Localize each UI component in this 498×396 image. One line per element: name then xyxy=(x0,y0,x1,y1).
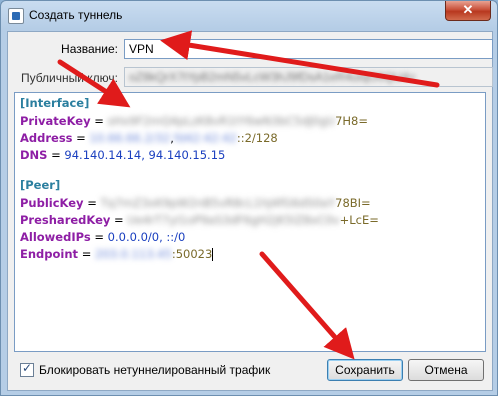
text-caret xyxy=(212,248,214,261)
equals-sign: = xyxy=(47,148,65,162)
endpoint-blurred: 203.0.113.45 xyxy=(95,247,172,261)
address-line: Address = 10.66.66.2/32,fd42:42:42::2/12… xyxy=(20,131,278,145)
private-key-label: PrivateKey xyxy=(20,114,91,128)
endpoint-label: Endpoint xyxy=(20,247,79,261)
address-tail: ::2/128 xyxy=(236,131,278,145)
preshared-key-line: PresharedKey = Ue4rT7yI1oP9aS3dF6gH2jK5l… xyxy=(20,213,379,227)
preshared-key-tail: +LcE= xyxy=(339,213,379,227)
create-tunnel-dialog: Создать туннель ✕ Название: VPN Публичны… xyxy=(0,0,498,396)
interface-section: [Interface] xyxy=(20,96,89,110)
peer-section: [Peer] xyxy=(20,178,60,192)
private-key-line: PrivateKey = sHx9F2mQ4pLzK8vR1tY6wN3bC5d… xyxy=(20,114,368,128)
endpoint-port: :50023 xyxy=(171,247,213,261)
equals-sign: = xyxy=(90,230,108,244)
equals-sign: = xyxy=(72,131,90,145)
public-key-field: oZ8kQrX7tYpB2mN5vLcW3hJ9fDsA1eR4uIqO0QU4… xyxy=(124,67,493,87)
endpoint-line: Endpoint = 203.0.113.45:50023 xyxy=(20,247,214,261)
public-key-value: oZ8kQrX7tYpB2mN5vLcW3hJ9fDsA1eR4uIqO0QU4… xyxy=(129,70,416,84)
window-title: Создать туннель xyxy=(29,8,123,22)
name-label: Название: xyxy=(61,42,118,56)
equals-sign: = xyxy=(90,114,108,128)
interface-header: [Interface] xyxy=(20,96,90,110)
preshared-key-blurred: Ue4rT7yI1oP9aS3dF6gH2jK5lZ8xC0v xyxy=(127,213,340,227)
equals-sign: = xyxy=(110,213,128,227)
equals-sign: = xyxy=(78,247,95,261)
allowed-ips-label: AllowedIPs xyxy=(20,230,91,244)
name-input[interactable]: VPN xyxy=(124,39,493,59)
dns-label: DNS xyxy=(20,148,48,162)
dns-line: DNS = 94.140.14.14, 94.140.15.15 xyxy=(20,148,225,162)
equals-sign: = xyxy=(83,196,101,210)
block-untunneled-label: Блокировать нетуннелированный трафик xyxy=(39,363,271,377)
public-key-label: Публичный ключ: xyxy=(20,71,118,85)
peer-header: [Peer] xyxy=(20,178,61,192)
address-blurred-2: fd42:42:42 xyxy=(173,131,237,145)
address-blurred-1: 10.66.66.2/32 xyxy=(89,131,171,145)
title-bar[interactable]: Создать туннель ✕ xyxy=(1,1,497,31)
public-key-line: PublicKey = Tq7mZ3xK9pW2nB5vR8cL1hJ4fG6d… xyxy=(20,196,371,210)
private-key-tail: 7H8= xyxy=(335,114,369,128)
address-label: Address xyxy=(20,131,73,145)
save-button[interactable]: Сохранить xyxy=(327,359,403,381)
block-untunneled-checkbox[interactable] xyxy=(20,361,34,377)
allowed-ips-line: AllowedIPs = 0.0.0.0/0, ::/0 xyxy=(20,230,185,244)
dialog-body: Название: VPN Публичный ключ: oZ8kQrX7tY… xyxy=(7,31,493,391)
private-key-blurred: sHx9F2mQ4pLzK8vR1tY6wN3bC5dJ0gU xyxy=(107,114,336,128)
allowed-ips-value: 0.0.0.0/0, ::/0 xyxy=(107,230,186,244)
preshared-key-label: PresharedKey xyxy=(20,213,111,227)
app-icon xyxy=(8,8,24,24)
cancel-button[interactable]: Отмена xyxy=(408,359,484,381)
config-editor[interactable]: [Interface] PrivateKey = sHx9F2mQ4pLzK8v… xyxy=(14,92,486,352)
peer-public-key-label: PublicKey xyxy=(20,196,84,210)
peer-public-key-tail: 78BI= xyxy=(335,196,371,210)
dns-value: 94.140.14.14, 94.140.15.15 xyxy=(64,148,226,162)
block-untunneled-option[interactable]: Блокировать нетуннелированный трафик xyxy=(20,361,271,377)
peer-public-key-blurred: Tq7mZ3xK9pW2nB5vR8cL1hJ4fG6dS0aY xyxy=(100,196,336,210)
close-button[interactable]: ✕ xyxy=(445,1,491,21)
